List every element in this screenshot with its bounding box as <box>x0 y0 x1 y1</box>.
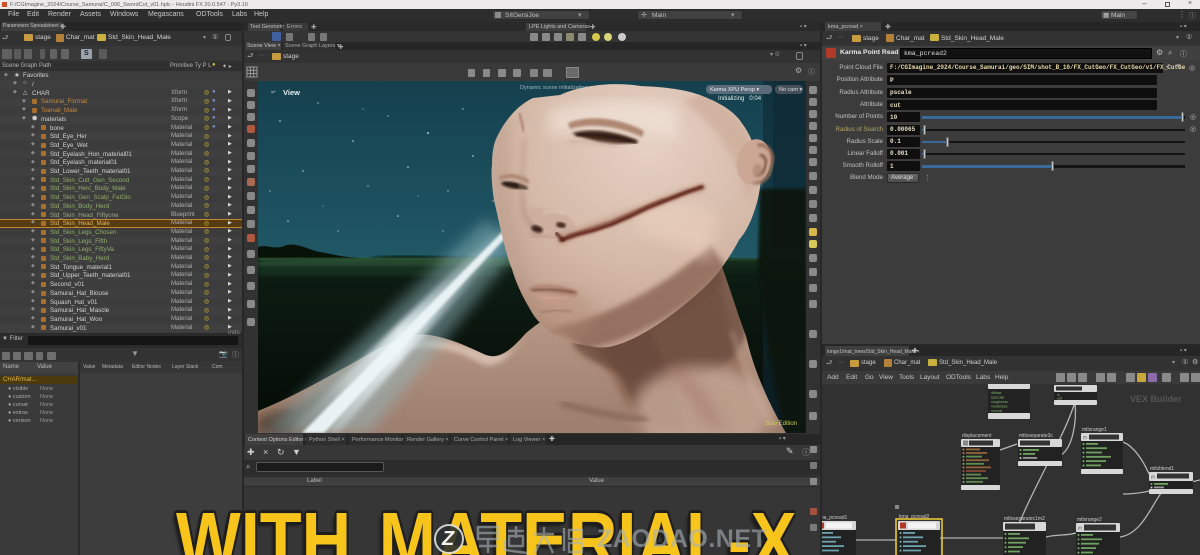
svg-text:(f): (f) <box>1078 525 1082 530</box>
svg-text:mtlxrange1: mtlxrange1 <box>1082 427 1107 433</box>
svg-text:diffuse: diffuse <box>991 391 1002 395</box>
svg-text:Solo Edition: Solo Edition <box>765 421 797 427</box>
svg-text:out: out <box>1057 397 1062 401</box>
svg-text:mtlxrange2: mtlxrange2 <box>1077 517 1102 523</box>
svg-text:(f): (f) <box>1151 474 1155 479</box>
svg-text:mtlxblend1: mtlxblend1 <box>1150 466 1174 472</box>
svg-text:normal: normal <box>991 409 1002 413</box>
svg-text:displacement: displacement <box>962 433 992 439</box>
svg-text:VEX Builder: VEX Builder <box>1130 394 1182 404</box>
svg-text:(f): (f) <box>1083 435 1087 440</box>
svg-text:metalness: metalness <box>991 405 1008 409</box>
svg-text:roughness: roughness <box>991 400 1008 404</box>
svg-text:specular: specular <box>991 396 1005 400</box>
svg-text:mtlxseparate3c: mtlxseparate3c <box>1019 433 1053 439</box>
